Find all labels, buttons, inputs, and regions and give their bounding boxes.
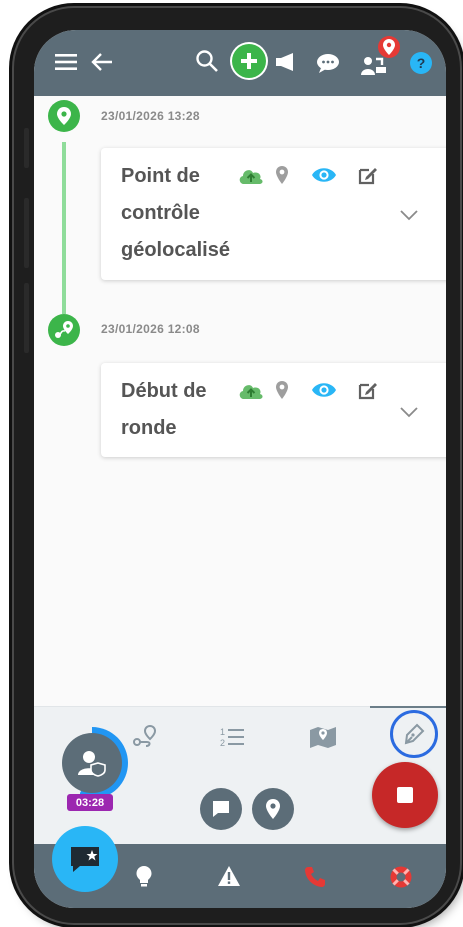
cloud-upload-icon xyxy=(237,380,265,400)
timeline-marker-location-icon xyxy=(48,100,80,132)
map-icon[interactable] xyxy=(308,724,338,750)
location-pin-icon[interactable] xyxy=(275,165,289,185)
person-shield-icon xyxy=(62,733,122,793)
active-tab-indicator xyxy=(370,706,446,708)
phone-volume-button xyxy=(24,283,29,353)
location-pin-icon[interactable] xyxy=(275,380,289,400)
megaphone-icon[interactable] xyxy=(272,50,300,74)
chat-message-button[interactable] xyxy=(200,788,242,830)
numbered-list-icon[interactable]: 12 xyxy=(218,724,248,750)
lifebuoy-icon[interactable] xyxy=(388,864,414,890)
chevron-down-icon[interactable] xyxy=(399,405,419,423)
eye-icon[interactable] xyxy=(311,381,337,399)
event-card[interactable]: Début de ronde xyxy=(101,363,446,457)
menu-icon[interactable] xyxy=(54,50,78,74)
edit-icon[interactable] xyxy=(357,164,379,186)
stop-round-button[interactable] xyxy=(372,762,438,828)
lightbulb-icon[interactable] xyxy=(132,864,156,888)
agent-status-button[interactable] xyxy=(56,727,128,799)
send-location-button[interactable] xyxy=(252,788,294,830)
eye-icon[interactable] xyxy=(311,166,337,184)
timeline-marker-route-icon xyxy=(48,314,80,346)
warning-icon[interactable] xyxy=(216,864,242,888)
top-app-bar: ? xyxy=(34,30,446,96)
message-star-icon[interactable] xyxy=(52,826,118,892)
phone-icon[interactable] xyxy=(302,864,328,890)
pen-icon[interactable] xyxy=(390,710,438,758)
event-card[interactable]: Point de contrôle géolocalisé xyxy=(101,148,446,280)
chevron-down-icon[interactable] xyxy=(399,208,419,226)
chat-icon[interactable] xyxy=(316,52,340,74)
location-alert-badge xyxy=(378,36,400,58)
event-title-line: ronde xyxy=(121,417,177,439)
event-title-line: Point de xyxy=(121,165,200,187)
app-screen: ? 23/01/2026 13:28 Point de contrôle géo… xyxy=(34,30,446,908)
event-title-line: Début de xyxy=(121,380,207,402)
svg-text:2: 2 xyxy=(220,738,225,748)
event-datetime: 23/01/2026 13:28 xyxy=(101,109,200,123)
search-icon[interactable] xyxy=(194,48,220,74)
stop-icon xyxy=(397,787,413,803)
timeline-line xyxy=(62,142,66,314)
add-icon[interactable] xyxy=(232,44,266,78)
phone-volume-button xyxy=(24,198,29,268)
event-datetime: 23/01/2026 12:08 xyxy=(101,322,200,336)
event-actions xyxy=(237,164,389,186)
event-actions xyxy=(237,379,389,401)
route-icon[interactable] xyxy=(130,722,160,750)
back-arrow-icon[interactable] xyxy=(90,50,114,74)
edit-icon[interactable] xyxy=(357,379,379,401)
event-title-line: contrôle xyxy=(121,202,200,224)
help-icon[interactable]: ? xyxy=(410,52,432,74)
cloud-upload-icon xyxy=(237,165,265,185)
phone-side-button xyxy=(24,128,29,168)
event-title-line: géolocalisé xyxy=(121,239,230,261)
session-timer: 03:28 xyxy=(67,794,113,811)
svg-text:1: 1 xyxy=(220,727,225,737)
